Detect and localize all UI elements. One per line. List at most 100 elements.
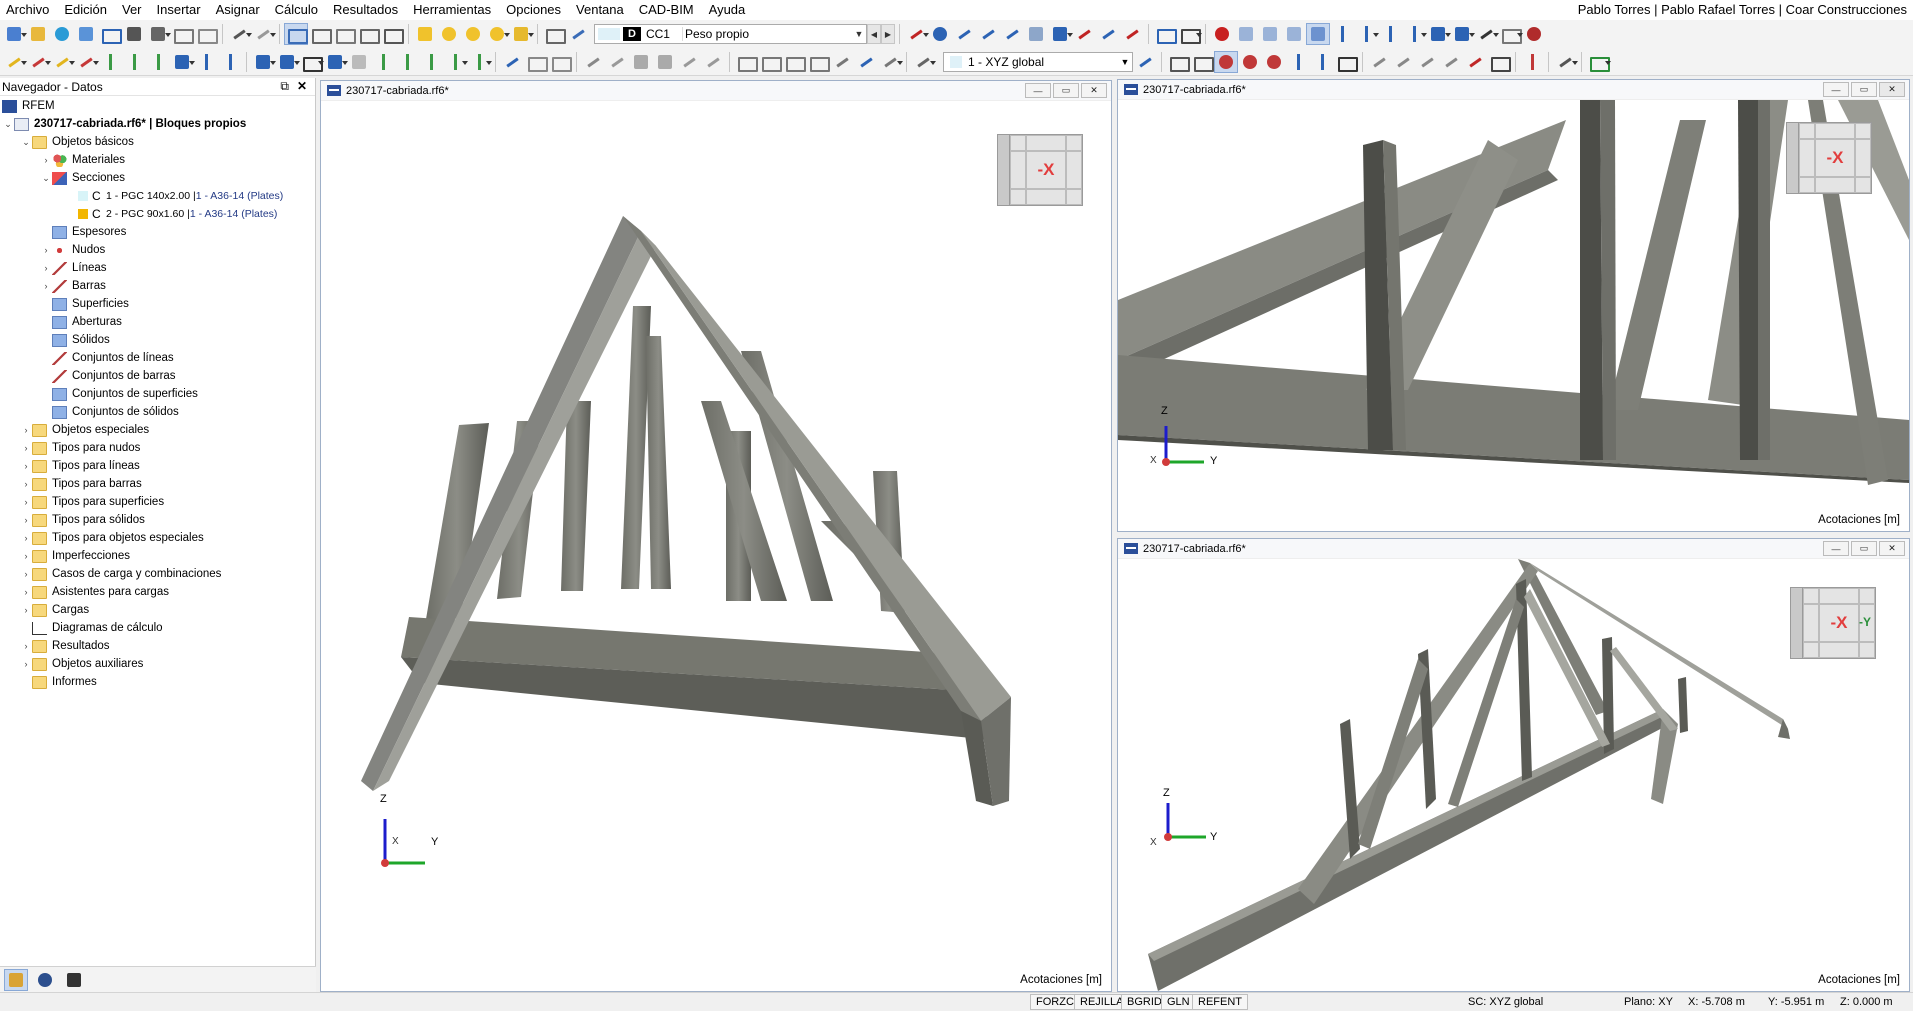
hinge-icon[interactable] (1001, 24, 1023, 44)
calculator-icon[interactable] (381, 24, 404, 44)
tree-folder[interactable]: › Tipos para sólidos (0, 511, 315, 529)
chevron-right-icon[interactable]: › (20, 569, 32, 579)
camera-icon[interactable] (1488, 52, 1511, 72)
clipping-icon[interactable] (1499, 24, 1523, 44)
snap-node-icon[interactable] (1214, 50, 1238, 73)
chevron-right-icon[interactable]: › (40, 155, 52, 165)
tree-item-informes[interactable]: Informes (0, 673, 315, 691)
tree-item-diagramas[interactable]: Diagramas de cálculo (0, 619, 315, 637)
support-icon[interactable] (977, 24, 999, 44)
tree-item-nudos[interactable]: › Nudos (0, 241, 315, 259)
view-iso-icon[interactable] (1235, 24, 1257, 44)
tree-item-section-2[interactable]: C 2 - PGC 90x1.60 | 1 - A36-14 (Plates) (0, 205, 315, 223)
print-icon[interactable] (147, 24, 171, 44)
status-toggle-gln[interactable]: GLN (1161, 994, 1196, 1010)
menu-ayuda[interactable]: Ayuda (703, 0, 755, 20)
view-cube[interactable]: -X (1786, 122, 1872, 194)
guide-line-icon[interactable] (855, 52, 877, 72)
chevron-right-icon[interactable]: › (20, 533, 32, 543)
redo-icon[interactable] (252, 24, 276, 44)
join-icon[interactable] (420, 52, 442, 72)
data-tab-icon[interactable] (4, 968, 28, 991)
work-plane-icon[interactable] (912, 52, 936, 72)
view-front-icon[interactable] (1259, 24, 1281, 44)
grid-toggle-icon[interactable] (1167, 52, 1190, 72)
close-button[interactable]: ✕ (1879, 541, 1905, 556)
export-icon[interactable] (1587, 52, 1611, 72)
tree-item-solidos[interactable]: Sólidos (0, 331, 315, 349)
model-icon[interactable] (99, 24, 122, 44)
move-icon[interactable] (252, 52, 276, 72)
tree-folder[interactable]: › Imperfecciones (0, 547, 315, 565)
new-arc-icon[interactable] (75, 52, 99, 72)
dimension-icon[interactable] (735, 52, 758, 72)
minimize-button[interactable]: — (1823, 541, 1849, 556)
open-online-icon[interactable] (75, 24, 97, 44)
delete-results-icon[interactable] (1211, 24, 1233, 44)
snap-line-icon[interactable] (1311, 52, 1333, 72)
comment-icon[interactable] (831, 52, 853, 72)
status-toggle-forzc[interactable]: FORZC (1030, 994, 1080, 1010)
chevron-right-icon[interactable]: › (20, 443, 32, 453)
tree-folder[interactable]: › Tipos para barras (0, 475, 315, 493)
view-3d-icon[interactable] (1305, 23, 1330, 45)
wizard-icon[interactable] (414, 24, 436, 44)
menu-ventana[interactable]: Ventana (570, 0, 633, 20)
connect-icon[interactable] (396, 52, 418, 72)
new-surface-support-icon[interactable] (147, 52, 169, 72)
menu-insertar[interactable]: Insertar (151, 0, 210, 20)
chevron-right-icon[interactable]: › (40, 263, 52, 273)
chevron-right-icon[interactable]: › (20, 551, 32, 561)
chevron-right-icon[interactable]: › (20, 659, 32, 669)
close-button[interactable]: ✕ (1081, 83, 1107, 98)
viewport-main[interactable]: 230717-cabriada.rf6* — ▭ ✕ Z X Y -X Acot… (320, 80, 1112, 992)
minimize-button[interactable]: — (1025, 83, 1051, 98)
menu-cad-bim[interactable]: CAD-BIM (633, 0, 703, 20)
display-properties-icon[interactable] (1451, 24, 1475, 44)
chain-icon[interactable] (1392, 52, 1414, 72)
mirror-icon[interactable] (300, 52, 324, 72)
tables-toggle-icon[interactable] (309, 24, 332, 44)
chevron-right-icon[interactable]: › (40, 245, 52, 255)
line-load-icon[interactable] (1121, 24, 1143, 44)
rotate-view-icon[interactable] (1403, 24, 1427, 44)
optimize-icon[interactable] (510, 24, 534, 44)
viewport-top-right[interactable]: 230717-cabriada.rf6* — ▭ ✕ Z X Y -X Acot… (1117, 79, 1910, 532)
section-view-icon[interactable] (525, 52, 548, 72)
status-toggle-refent[interactable]: REFENT (1192, 994, 1248, 1010)
tree-item-superficies[interactable]: Superficies (0, 295, 315, 313)
close-panel-icon[interactable]: ✕ (297, 79, 307, 93)
chevron-down-icon[interactable]: ⌄ (2, 119, 14, 130)
display-tab-eye-icon[interactable] (34, 970, 56, 990)
new-model-icon[interactable] (3, 24, 27, 44)
navigator-toggle-icon[interactable] (284, 23, 308, 45)
menu-opciones[interactable]: Opciones (500, 0, 570, 20)
previous-loadcase-button[interactable]: ◀ (866, 24, 881, 44)
viewport-canvas[interactable]: Z X Y -X Acotaciones [m] (321, 101, 1111, 991)
numbering-icon[interactable] (953, 24, 975, 44)
rotate-icon[interactable] (276, 52, 300, 72)
loadcase-selector[interactable]: D CC1 Peso propio ▼ (594, 24, 867, 44)
values-on-icon[interactable] (1178, 24, 1202, 44)
views-tab-camera-icon[interactable] (63, 970, 85, 990)
tree-folder[interactable]: › Tipos para líneas (0, 457, 315, 475)
solid-icon[interactable] (654, 52, 676, 72)
design-icon[interactable] (486, 24, 510, 44)
visibility-icon[interactable] (1427, 24, 1451, 44)
axis-z-icon[interactable] (1379, 24, 1401, 44)
properties-toggle-icon[interactable] (333, 24, 356, 44)
chevron-right-icon[interactable]: › (20, 641, 32, 651)
tree-folder[interactable]: › Objetos especiales (0, 421, 315, 439)
chevron-down-icon[interactable]: ⌄ (40, 173, 52, 184)
report-icon[interactable] (171, 24, 194, 44)
coordinate-system-selector[interactable]: 1 - XYZ global ▼ (943, 51, 1133, 72)
menu-resultados[interactable]: Resultados (327, 0, 407, 20)
deformation-icon[interactable] (1154, 24, 1177, 44)
calculate-icon[interactable] (438, 24, 460, 44)
snap-midpoint-icon[interactable] (1239, 52, 1261, 72)
object-snap-icon[interactable] (1335, 52, 1358, 72)
axis-x-icon[interactable] (1331, 24, 1353, 44)
arc-icon[interactable] (606, 52, 628, 72)
tree-folder[interactable]: › Asistentes para cargas (0, 583, 315, 601)
menu-herramientas[interactable]: Herramientas (407, 0, 500, 20)
